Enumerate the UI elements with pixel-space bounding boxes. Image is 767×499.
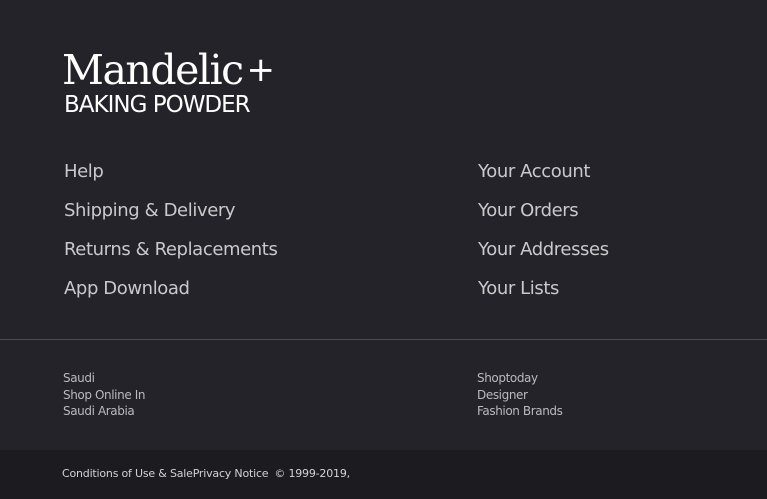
region-info-block[interactable]: Saudi Shop Online In Saudi Arabia <box>63 370 145 420</box>
account-links-list: Your Account Your Orders Your Addresses … <box>478 159 609 315</box>
conditions-of-use-link[interactable]: Conditions of Use & Sale <box>62 467 193 480</box>
help-link[interactable]: Help <box>64 159 277 198</box>
help-links-list: Help Shipping & Delivery Returns & Repla… <box>64 159 278 315</box>
legal-line: Conditions of Use & SalePrivacy Notice © … <box>62 466 350 481</box>
region-info-line: Saudi <box>63 371 95 385</box>
logo-brand-name: Mandelic <box>62 46 244 94</box>
your-orders-link[interactable]: Your Orders <box>478 198 609 237</box>
copyright-text: © 1999-2019, <box>274 467 350 480</box>
designer-info-line: Fashion Brands <box>477 404 563 418</box>
designer-info-block[interactable]: Shoptoday Designer Fashion Brands <box>477 370 563 420</box>
returns-replacements-link[interactable]: Returns & Replacements <box>64 237 278 276</box>
region-info-line: Shop Online In <box>63 387 146 402</box>
footer-top: Mandelic + BAKING POWDER Help Shipping & … <box>0 0 767 339</box>
privacy-notice-link[interactable]: Privacy Notice <box>193 467 269 480</box>
designer-info-line: Shoptoday <box>477 371 538 385</box>
logo-subtitle: BAKING POWDER <box>64 92 251 118</box>
logo-plus-sign: + <box>246 50 276 90</box>
brand-logo[interactable]: Mandelic + BAKING POWDER <box>62 48 275 118</box>
footer-secondary: Saudi Shop Online In Saudi Arabia Shopto… <box>0 340 767 450</box>
footer-legal-bar: Conditions of Use & SalePrivacy Notice © … <box>0 450 767 499</box>
app-download-link[interactable]: App Download <box>64 276 277 315</box>
shipping-delivery-link[interactable]: Shipping & Delivery <box>64 198 277 237</box>
your-account-link[interactable]: Your Account <box>478 159 609 198</box>
your-lists-link[interactable]: Your Lists <box>478 276 609 315</box>
region-info-line: Saudi Arabia <box>63 404 135 418</box>
your-addresses-link[interactable]: Your Addresses <box>478 237 609 276</box>
designer-info-line: Designer <box>477 387 528 402</box>
